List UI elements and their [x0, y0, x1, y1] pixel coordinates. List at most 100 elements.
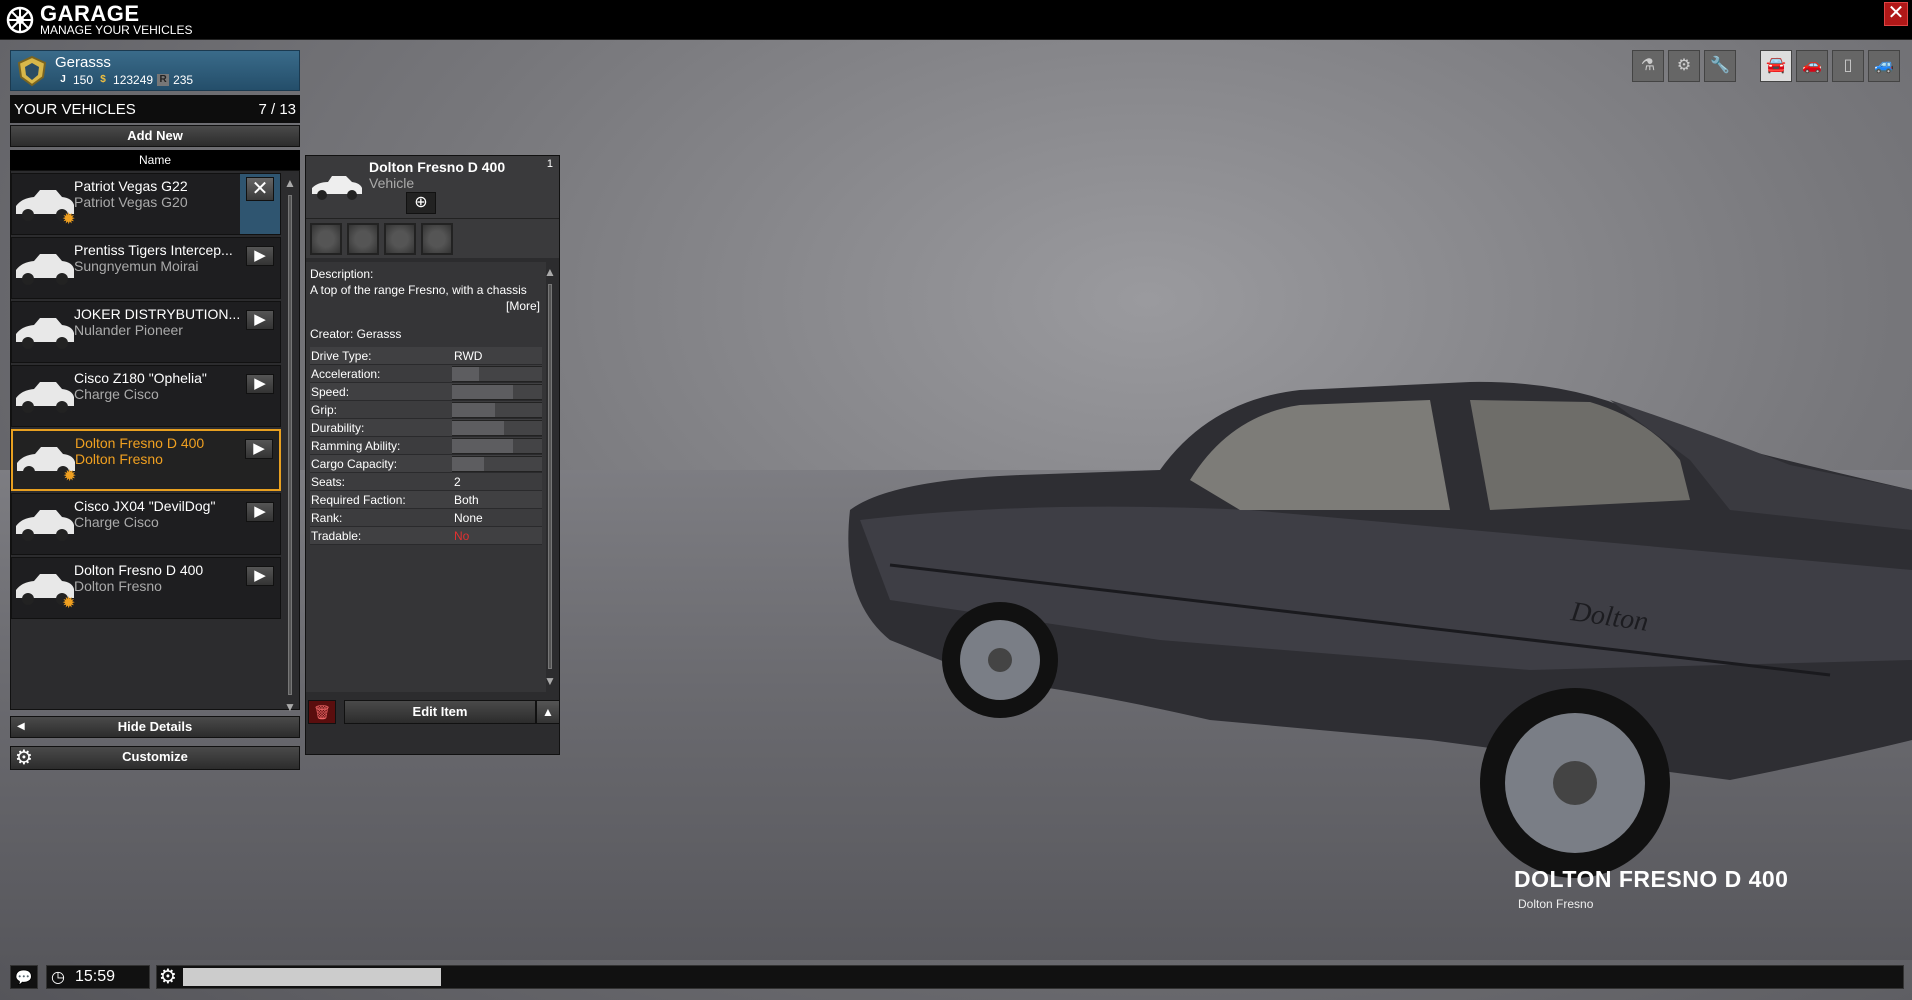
- wheel-logo-icon: [6, 6, 34, 34]
- trash-icon[interactable]: 🗑: [308, 700, 336, 724]
- scroll-down-icon[interactable]: ▼: [283, 697, 297, 717]
- scroll-up-icon[interactable]: ▲: [543, 262, 557, 282]
- car-top-icon[interactable]: ▯: [1832, 50, 1864, 82]
- vehicle-thumbnail: [312, 176, 362, 200]
- chevron-right-icon[interactable]: ▶: [246, 502, 274, 522]
- stat-label: Durability:: [311, 420, 365, 435]
- hide-details-label: Hide Details: [117, 719, 193, 734]
- player-stats: J 150 $ 123249 R 235: [57, 73, 193, 87]
- scroll-down-icon[interactable]: ▼: [543, 671, 557, 691]
- mod-gear-icon: ✹: [62, 595, 76, 612]
- description-text: A top of the range Fresno, with a chassi…: [310, 283, 527, 297]
- level-icon: J: [60, 74, 66, 85]
- money-icon: $: [100, 74, 106, 85]
- upgrade-slot[interactable]: [384, 223, 416, 255]
- gear-icon[interactable]: ⚙: [159, 966, 177, 988]
- faction-badge-icon: [17, 55, 47, 87]
- detail-scrollbar[interactable]: ▲ ▼: [543, 262, 557, 692]
- stat-label: Speed:: [311, 384, 350, 399]
- vehicle-list-items: ✹ Patriot Vegas G22 Patriot Vegas G20 ✕ …: [11, 173, 281, 621]
- vehicle-name: Patriot Vegas G22: [74, 178, 188, 194]
- chevron-up-icon[interactable]: ▲: [536, 700, 560, 724]
- hide-details-button[interactable]: ◀ Hide Details: [10, 716, 300, 738]
- more-link[interactable]: [More]: [310, 299, 542, 313]
- detail-vehicle-name: Dolton Fresno D 400: [369, 159, 506, 175]
- stat-bar: [452, 365, 542, 382]
- close-icon[interactable]: ✕: [246, 177, 274, 201]
- car-caption-subtitle: Dolton Fresno: [1518, 897, 1594, 911]
- scrollbar-thumb[interactable]: [548, 284, 552, 669]
- vehicle-thumbnail: [16, 382, 74, 413]
- vehicle-list-item[interactable]: JOKER DISTRYBUTION... Nulander Pioneer ▶: [11, 301, 281, 363]
- vehicle-list-scrollbar[interactable]: ▲ ▼: [283, 173, 297, 714]
- chevron-right-icon[interactable]: ▶: [246, 310, 274, 330]
- flask-icon[interactable]: ⚗: [1632, 50, 1664, 82]
- stat-bar: [452, 455, 542, 472]
- vehicle-list-item[interactable]: Prentiss Tigers Intercep... Sungnyemun M…: [11, 237, 281, 299]
- name-column-header[interactable]: Name: [10, 150, 300, 170]
- add-new-button[interactable]: Add New: [10, 125, 300, 147]
- detail-info: Description: A top of the range Fresno, …: [306, 262, 546, 692]
- car-side-icon[interactable]: 🚘: [1760, 50, 1792, 82]
- mod-gear-icon: ✹: [62, 211, 76, 228]
- chevron-right-icon[interactable]: ▶: [245, 439, 273, 459]
- gear-icon: ⚙: [15, 747, 33, 769]
- vehicle-list[interactable]: ✹ Patriot Vegas G22 Patriot Vegas G20 ✕ …: [10, 170, 300, 714]
- description-label: Description:: [310, 267, 374, 281]
- steering-wheel-icon[interactable]: ⊕: [406, 192, 436, 214]
- vehicle-name: JOKER DISTRYBUTION...: [74, 306, 241, 322]
- vehicles-title: YOUR VEHICLES: [14, 100, 136, 118]
- stat-label: Cargo Capacity:: [311, 456, 398, 471]
- upgrade-slot[interactable]: [421, 223, 453, 255]
- vehicle-name: Dolton Fresno D 400: [75, 435, 205, 451]
- chevron-right-icon[interactable]: ▶: [246, 246, 274, 266]
- progress-fill: [183, 968, 441, 986]
- customize-button[interactable]: ⚙ Customize: [10, 746, 300, 770]
- bottom-bar: 💬 ◷ 15:59 ⚙: [0, 960, 1912, 1000]
- remove-vehicle-button[interactable]: ✕: [240, 174, 280, 234]
- stat-row: Ramming Ability:: [310, 437, 542, 455]
- stat-bar: [452, 401, 542, 418]
- player-name: Gerasss: [55, 54, 111, 71]
- view-icons: ⚗ ⚙ 🔧 🚘 🚗 ▯ 🚙: [1632, 50, 1900, 82]
- chat-icon[interactable]: 💬: [10, 965, 38, 989]
- stat-row: Seats: 2: [310, 473, 542, 491]
- vehicle-list-item[interactable]: ✹ Dolton Fresno D 400 Dolton Fresno ▶: [11, 429, 281, 491]
- clock-time: 15:59: [75, 968, 116, 985]
- vehicle-model: Dolton Fresno: [74, 578, 162, 594]
- vehicle-list-item[interactable]: ✹ Patriot Vegas G22 Patriot Vegas G20 ✕: [11, 173, 281, 235]
- player-rank: 235: [173, 73, 194, 87]
- stat-value: RWD: [454, 348, 483, 363]
- upgrade-slot[interactable]: [347, 223, 379, 255]
- vehicles-count: 7 / 13: [258, 100, 296, 118]
- car-3d-model[interactable]: Dolton: [830, 360, 1912, 880]
- player-level: 150: [73, 73, 94, 87]
- edit-item-button[interactable]: Edit Item: [344, 700, 536, 724]
- close-button[interactable]: ✕: [1884, 2, 1908, 26]
- vehicle-list-item[interactable]: Cisco JX04 "DevilDog" Charge Cisco ▶: [11, 493, 281, 555]
- vehicle-model: Patriot Vegas G20: [74, 194, 188, 210]
- upgrade-slot[interactable]: [310, 223, 342, 255]
- vehicle-name: Cisco JX04 "DevilDog": [74, 498, 216, 514]
- vehicle-name: Dolton Fresno D 400: [74, 562, 204, 578]
- car-caption-title: DOLTON FRESNO D 400: [1514, 866, 1789, 892]
- chevron-right-icon[interactable]: ▶: [246, 374, 274, 394]
- stat-label: Ramming Ability:: [311, 438, 401, 453]
- vehicle-list-item[interactable]: Cisco Z180 "Ophelia" Charge Cisco ▶: [11, 365, 281, 427]
- vehicle-thumbnail: [16, 510, 74, 541]
- vehicle-model: Nulander Pioneer: [74, 322, 183, 338]
- vehicle-list-item[interactable]: ✹ Dolton Fresno D 400 Dolton Fresno ▶: [11, 557, 281, 619]
- detail-count: 1: [546, 158, 553, 170]
- wrench-icon[interactable]: 🔧: [1704, 50, 1736, 82]
- chevron-right-icon[interactable]: ▶: [246, 566, 274, 586]
- vehicle-thumbnail: [16, 254, 74, 285]
- clock-icon: ◷: [51, 969, 65, 986]
- stat-row: Acceleration:: [310, 365, 542, 383]
- scroll-up-icon[interactable]: ▲: [283, 173, 297, 193]
- car-rear-icon[interactable]: 🚙: [1868, 50, 1900, 82]
- detail-vehicle-type: Vehicle: [369, 175, 415, 191]
- progress-bar: ⚙: [156, 965, 1904, 989]
- engine-icon[interactable]: ⚙: [1668, 50, 1700, 82]
- scrollbar-thumb[interactable]: [288, 195, 292, 695]
- car-front-icon[interactable]: 🚗: [1796, 50, 1828, 82]
